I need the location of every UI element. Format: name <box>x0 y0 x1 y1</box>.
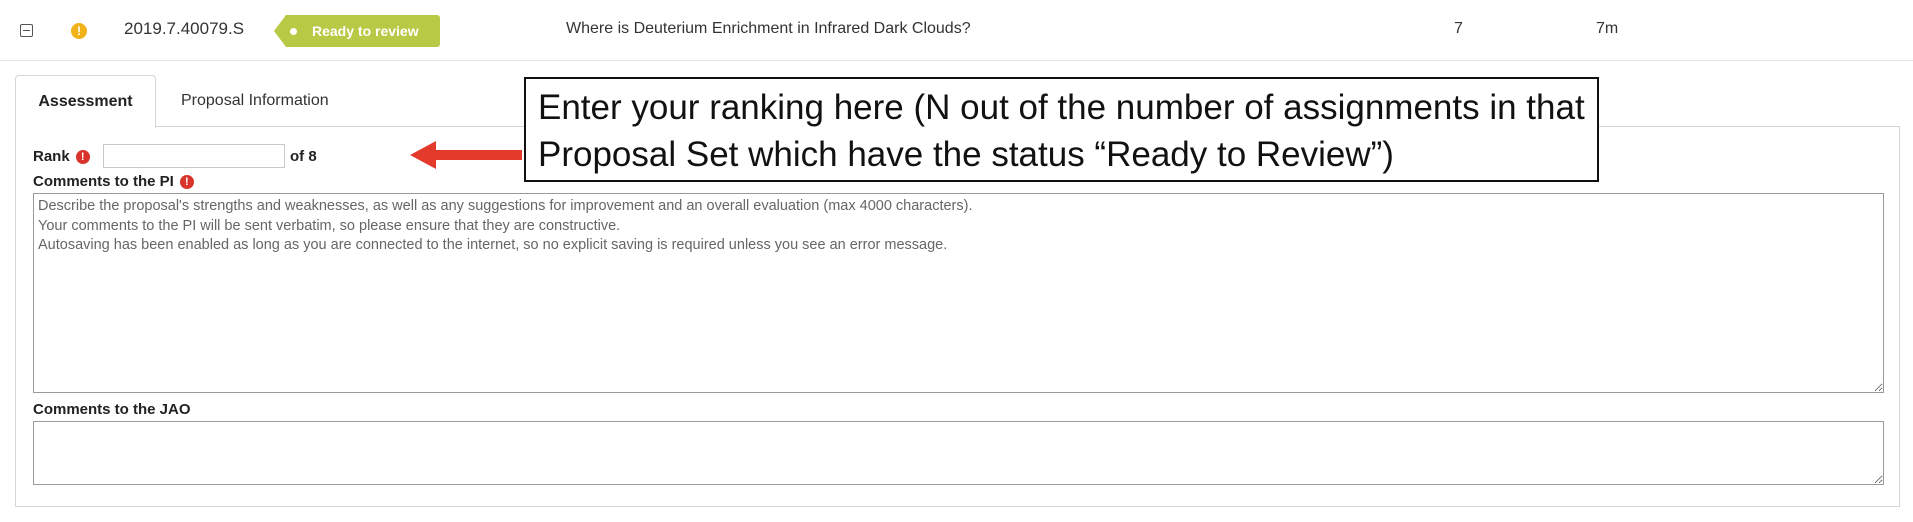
time-remaining: 7m <box>1596 20 1619 37</box>
assignment-count: 7 <box>1454 20 1463 37</box>
tab-proposal-information[interactable]: Proposal Information <box>181 75 329 127</box>
status-label: Ready to review <box>312 23 419 39</box>
jao-comments-label: Comments to the JAO <box>33 401 191 418</box>
rank-suffix: of 8 <box>290 148 317 165</box>
required-icon: ! <box>179 175 194 189</box>
jao-comments-field[interactable] <box>33 421 1884 485</box>
pi-comments-label: Comments to the PI! <box>33 173 194 190</box>
annotation-callout: Enter your ranking here (N out of the nu… <box>524 77 1599 182</box>
arrow-icon <box>410 141 522 169</box>
collapse-icon[interactable] <box>20 24 33 37</box>
tab-assessment[interactable]: Assessment <box>15 75 156 128</box>
pi-comments-label-text: Comments to the PI <box>33 173 174 190</box>
rank-label: Rank! <box>33 148 90 165</box>
proposal-title: Where is Deuterium Enrichment in Infrare… <box>566 20 971 37</box>
assignment-row: ! 2019.7.40079.S Ready to review Where i… <box>0 0 1913 61</box>
pi-comments-field[interactable] <box>33 193 1884 393</box>
proposal-id: 2019.7.40079.S <box>124 19 245 38</box>
rank-input[interactable] <box>103 144 285 168</box>
status-dot-icon <box>290 28 297 35</box>
status-badge: Ready to review <box>274 15 440 47</box>
rank-label-text: Rank <box>33 148 70 165</box>
warning-icon: ! <box>71 23 87 39</box>
required-icon: ! <box>75 150 90 164</box>
